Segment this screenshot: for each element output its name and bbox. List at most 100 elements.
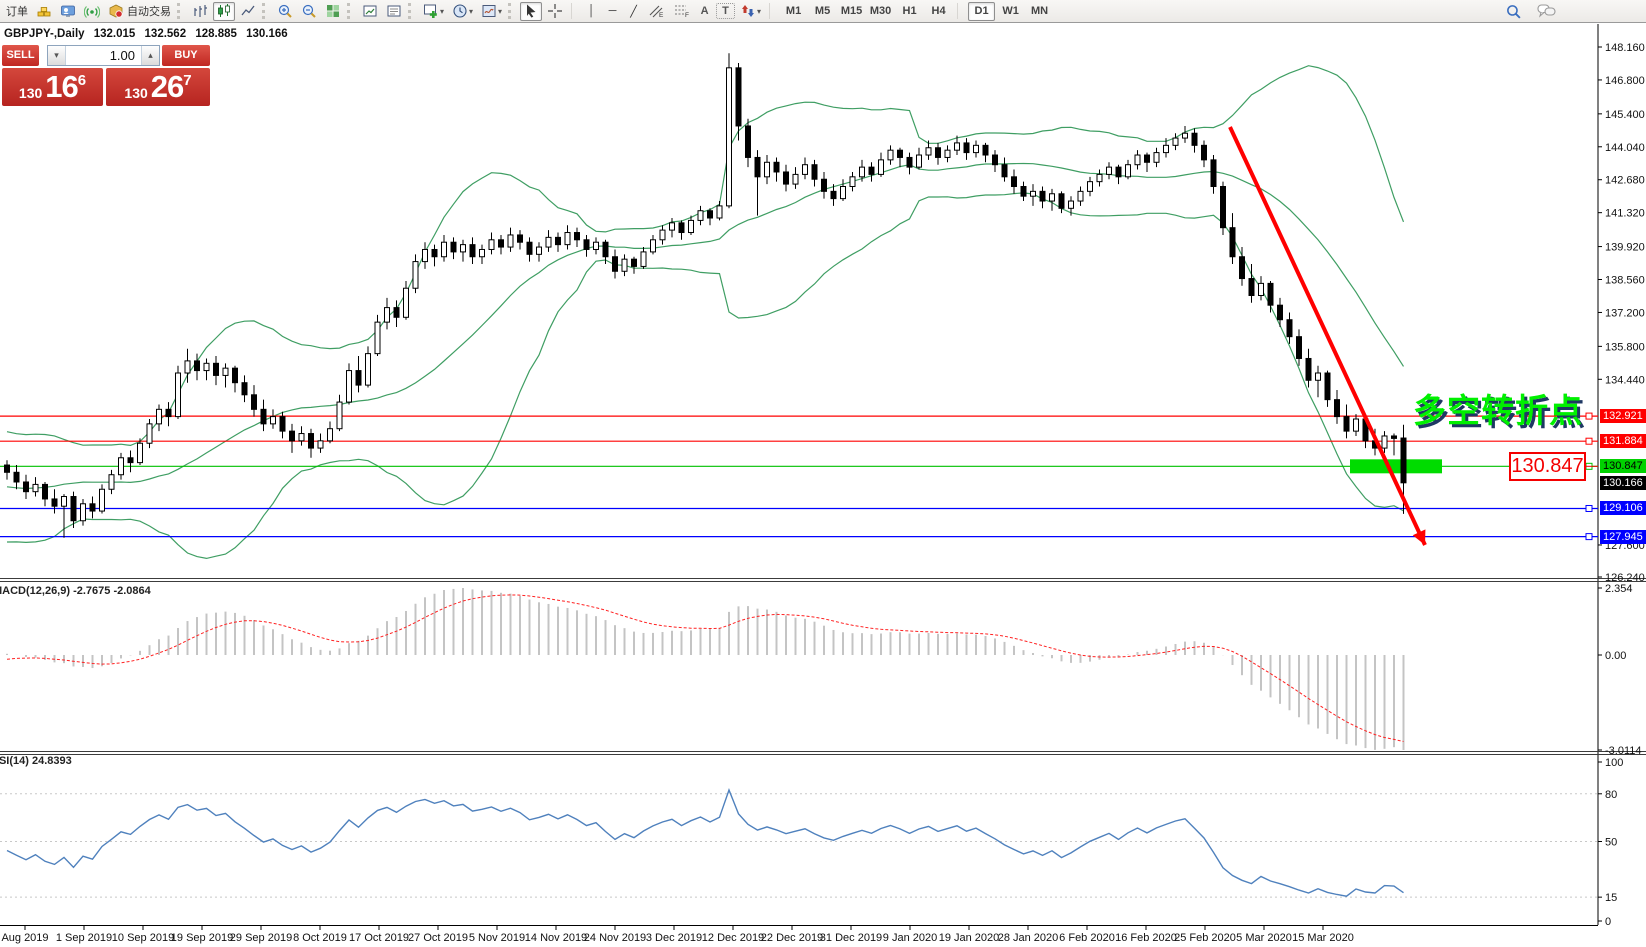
highlight-box-object[interactable] (1350, 459, 1442, 473)
horizontal-line-tool-button[interactable]: ─ (603, 2, 622, 21)
svg-text:12 Dec 2019: 12 Dec 2019 (702, 932, 764, 944)
line-handle[interactable] (1586, 534, 1592, 540)
templates-button[interactable]: ▾ (478, 2, 505, 21)
chart-canvas[interactable]: 148.160146.800145.400144.040142.680141.3… (0, 0, 1646, 947)
indicator-window-icon[interactable] (359, 2, 381, 21)
chat-icon[interactable] (1534, 2, 1559, 21)
volume-decrease-button[interactable]: ▾ (48, 46, 66, 65)
macd-indicator-label: MACD(12,26,9) -2.7675 -2.0864 (0, 585, 151, 597)
timeframe-h4-button[interactable]: H4 (925, 2, 952, 21)
svg-text:14 Nov 2019: 14 Nov 2019 (525, 932, 587, 944)
trendline-tool-button[interactable]: ╱ (624, 2, 643, 21)
search-icon[interactable] (1502, 2, 1525, 21)
chevron-down-icon: ▾ (757, 7, 761, 16)
vertical-line-tool-button[interactable]: │ (582, 2, 601, 21)
tile-windows-icon[interactable] (322, 2, 344, 21)
buy-price-prefix: 130 (124, 85, 147, 106)
svg-text:29 Sep 2019: 29 Sep 2019 (230, 932, 292, 944)
svg-text:3 Dec 2019: 3 Dec 2019 (646, 932, 702, 944)
channel-tool-button[interactable]: E (645, 2, 668, 21)
shapes-tool-button[interactable]: ▾ (737, 2, 764, 21)
zoom-in-icon[interactable] (274, 2, 296, 21)
line-handle[interactable] (1586, 438, 1592, 444)
svg-text:27 Oct 2019: 27 Oct 2019 (408, 932, 468, 944)
buy-price-button[interactable]: 130 26 7 (106, 68, 210, 106)
new-chart-button[interactable]: ▾ (420, 2, 447, 21)
timeframe-mn-button[interactable]: MN (1026, 2, 1053, 21)
svg-text:19 Sep 2019: 19 Sep 2019 (171, 932, 233, 944)
svg-text:2.354: 2.354 (1605, 583, 1633, 595)
cursor-tool-button[interactable] (520, 2, 542, 21)
svg-text:-3.0114: -3.0114 (1605, 745, 1642, 757)
timeframe-h1-button[interactable]: H1 (896, 2, 923, 21)
indicator-list-icon[interactable] (383, 2, 405, 21)
zoom-out-icon[interactable] (298, 2, 320, 21)
toolbar-separator (769, 3, 776, 19)
line-handle[interactable] (1586, 413, 1592, 419)
price-line-axis-label: 131.884 (1600, 434, 1646, 448)
candlestick-chart-type-button[interactable] (213, 2, 235, 21)
terminal-icon[interactable] (57, 2, 79, 21)
line-chart-type-button[interactable] (237, 2, 259, 21)
svg-text:145.400: 145.400 (1605, 109, 1645, 121)
price-line-axis-label: 130.847 (1600, 459, 1646, 473)
svg-text:0: 0 (1605, 916, 1611, 928)
toolbar-separator (347, 3, 354, 19)
timeframes-button[interactable]: ▾ (449, 2, 476, 21)
order-button[interactable]: 订单 (3, 2, 31, 21)
line-handle[interactable] (1586, 505, 1592, 511)
volume-stepper[interactable]: ▾ 1.00 ▴ (47, 45, 160, 66)
svg-text:1 Sep 2019: 1 Sep 2019 (56, 932, 112, 944)
svg-text:80: 80 (1605, 789, 1617, 801)
autotrade-button[interactable]: 自动交易 (105, 2, 174, 21)
close-value: 130.166 (246, 28, 288, 40)
timeframe-d1-button[interactable]: D1 (968, 2, 995, 21)
price-line-axis-label: 127.945 (1600, 530, 1646, 544)
autotrade-label: 自动交易 (127, 3, 171, 19)
svg-text:15: 15 (1605, 892, 1617, 904)
signal-icon[interactable] (81, 2, 103, 21)
label-tool-button[interactable]: T (716, 3, 735, 19)
rsi-indicator-label: RSI(14) 24.8393 (0, 755, 72, 767)
svg-text:Aug 2019: Aug 2019 (1, 932, 48, 944)
toolbar-separator (262, 3, 269, 19)
level-callout-box[interactable]: 130.847 (1509, 452, 1586, 481)
trend-arrow-object[interactable] (1230, 127, 1425, 545)
svg-text:134.440: 134.440 (1605, 374, 1645, 386)
chart-ohlc-header: GBPJPY-,Daily 132.015 132.562 128.885 13… (4, 28, 294, 40)
timeframe-m30-button[interactable]: M30 (867, 2, 894, 21)
turning-point-annotation[interactable]: 多空转折点 (1413, 384, 1583, 432)
high-value: 132.562 (145, 28, 187, 40)
open-value: 132.015 (94, 28, 136, 40)
low-value: 128.885 (195, 28, 237, 40)
bollinger-upper (7, 66, 1404, 446)
bar-chart-type-button[interactable] (189, 2, 211, 21)
timeframe-m15-button[interactable]: M15 (838, 2, 865, 21)
timeframe-m5-button[interactable]: M5 (809, 2, 836, 21)
macd-histogram (7, 588, 1404, 750)
symbol-period-label: GBPJPY-,Daily (4, 28, 85, 40)
svg-text:50: 50 (1605, 837, 1617, 849)
price-line-axis-label: 129.106 (1600, 501, 1646, 515)
toolbar-separator (957, 3, 964, 19)
svg-text:6 Feb 2020: 6 Feb 2020 (1059, 932, 1115, 944)
volume-increase-button[interactable]: ▴ (141, 46, 159, 65)
chevron-down-icon: ▾ (469, 7, 473, 16)
rsi-line (7, 790, 1404, 896)
crosshair-tool-button[interactable] (544, 2, 566, 21)
buy-button[interactable]: BUY (162, 45, 210, 66)
volume-value[interactable]: 1.00 (66, 48, 141, 63)
sell-price-button[interactable]: 130 16 6 (2, 68, 103, 106)
timeframe-m1-button[interactable]: M1 (780, 2, 807, 21)
svg-text:142.680: 142.680 (1605, 175, 1645, 187)
buy-price-main: 26 (151, 69, 183, 105)
sell-price-main: 16 (45, 69, 77, 105)
timeframe-w1-button[interactable]: W1 (997, 2, 1024, 21)
deposit-icon[interactable] (33, 2, 55, 21)
svg-text:5 Mar 2020: 5 Mar 2020 (1236, 932, 1292, 944)
text-tool-button[interactable]: A (695, 2, 714, 21)
fibonacci-tool-button[interactable]: F (670, 2, 693, 21)
svg-text:15 Mar 2020: 15 Mar 2020 (1292, 932, 1354, 944)
sell-button[interactable]: SELL (2, 45, 39, 66)
svg-text:139.920: 139.920 (1605, 242, 1645, 254)
